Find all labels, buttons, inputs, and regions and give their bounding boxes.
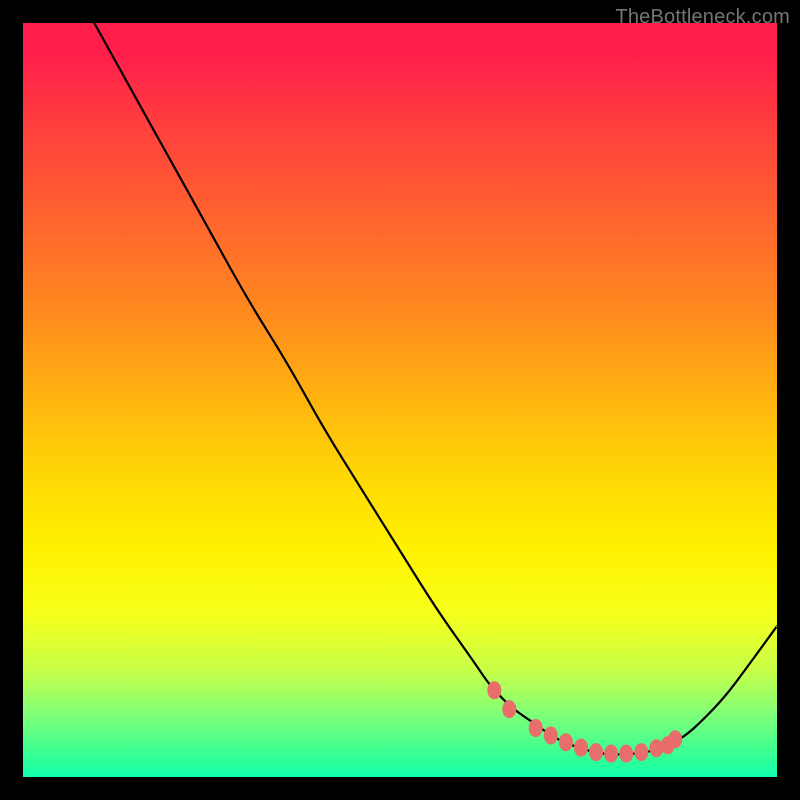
optimal-marker [574,739,588,757]
watermark-text: TheBottleneck.com [615,6,790,29]
optimal-marker [544,727,558,745]
optimal-marker [589,743,603,761]
optimal-marker [502,700,516,718]
optimal-marker [487,681,501,699]
optimal-marker [634,743,648,761]
optimal-marker [529,719,543,737]
plot-area [23,23,777,777]
chart-frame: TheBottleneck.com [0,0,800,800]
optimal-marker [619,745,633,763]
bottleneck-curve [23,23,777,754]
optimal-markers [487,681,682,762]
optimal-marker [604,745,618,763]
optimal-marker [559,733,573,751]
curve-overlay [23,23,777,777]
optimal-marker [668,730,682,748]
